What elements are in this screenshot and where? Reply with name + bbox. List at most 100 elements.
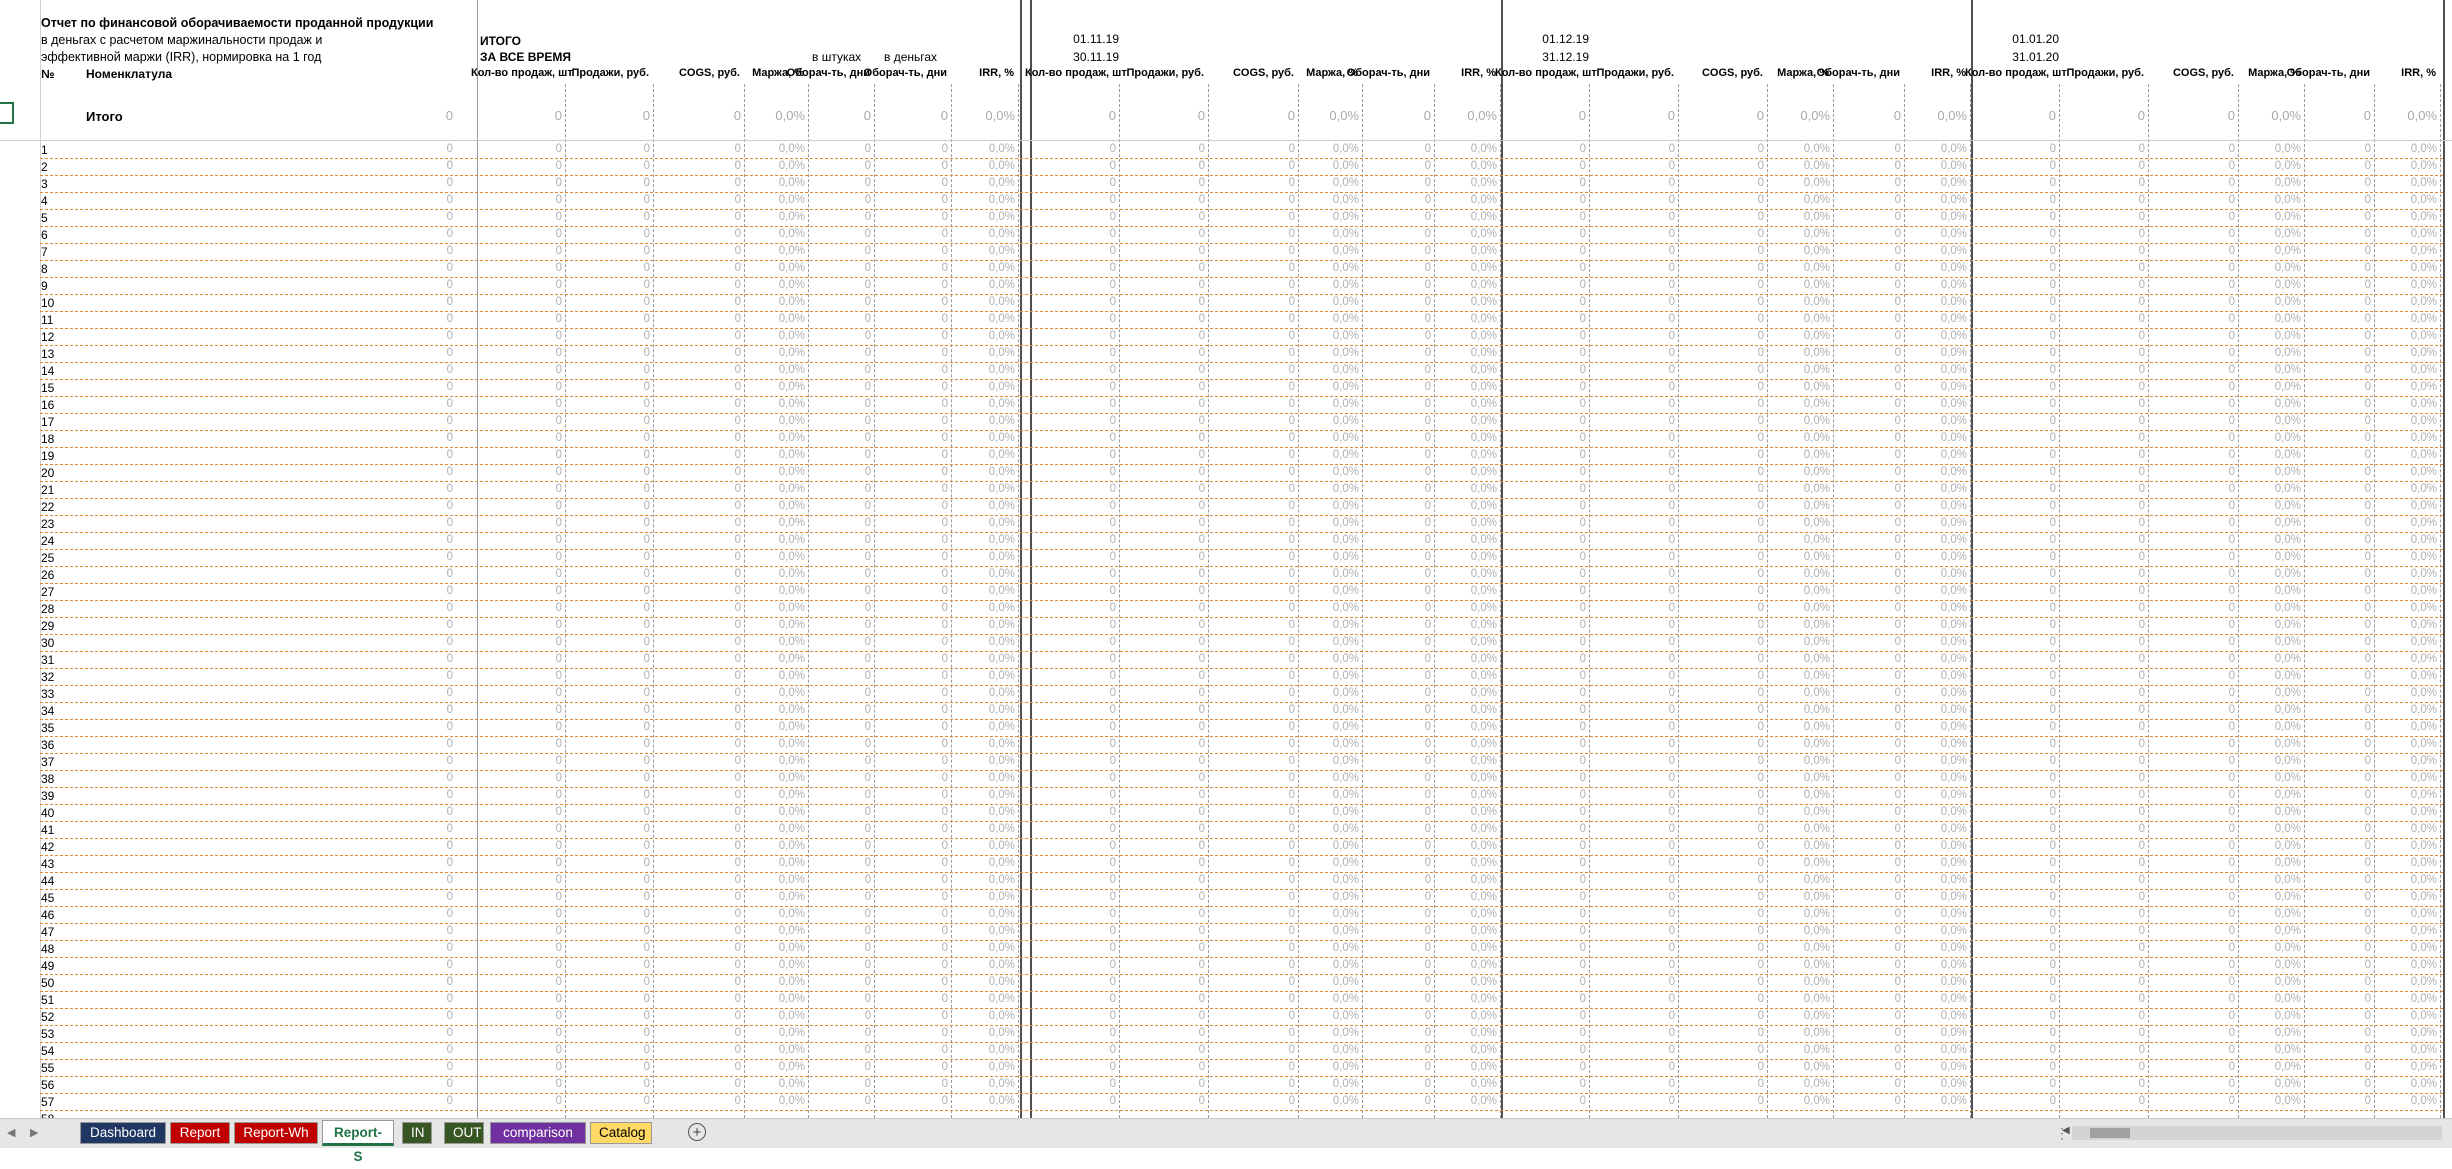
row-border	[40, 991, 2443, 992]
chevron-right-icon[interactable]: ▶	[30, 1126, 38, 1139]
cell-value: 0	[2049, 313, 2056, 325]
cell-value: 0	[2364, 772, 2371, 784]
cell-value: 0,0%	[778, 619, 805, 631]
cell-value: 0	[1668, 500, 1675, 512]
cell-value: 0,0%	[1803, 721, 1830, 733]
cell-value: 0	[1668, 1078, 1675, 1090]
cell-value: 0	[1198, 449, 1205, 461]
cell-value: 0	[1288, 1027, 1295, 1039]
cell-value: 0	[1579, 670, 1586, 682]
cell-value: 0	[1424, 279, 1431, 291]
cell-value: 0	[734, 993, 741, 1005]
cell-value: 0,0%	[1940, 857, 1967, 869]
row-number: 45	[41, 891, 55, 905]
sheet-tab-report-s[interactable]: Report-S	[322, 1120, 394, 1164]
sheet-tab-in[interactable]: IN	[402, 1122, 432, 1144]
sheet-tab-out[interactable]: OUT	[444, 1122, 484, 1144]
cell-value: 0	[2364, 1010, 2371, 1022]
column-border	[1434, 84, 1435, 1118]
cell-value: 0	[1198, 551, 1205, 563]
cell-value: 0	[1668, 772, 1675, 784]
period-end-2: 31.12.19	[1542, 50, 1589, 64]
cell-value: 0,0%	[1332, 534, 1359, 546]
spreadsheet-grid[interactable]: Отчет по финансовой оборачиваемости прод…	[0, 0, 2452, 1118]
plus-circle-icon[interactable]: +	[688, 1123, 706, 1141]
cell-value: 0	[1288, 755, 1295, 767]
cell-value: 0,0%	[778, 1095, 805, 1107]
cell-value: 0	[1109, 721, 1116, 733]
cell-value: 0	[1288, 194, 1295, 206]
cell-value: 0,0%	[2410, 228, 2437, 240]
column-header-item: Номенклатула	[86, 67, 173, 81]
row-border	[40, 549, 2443, 550]
cell-value: 0	[1288, 721, 1295, 733]
cell-value: 0,0%	[2410, 364, 2437, 376]
sheet-tab-report-wh[interactable]: Report-Wh	[234, 1122, 318, 1144]
cell-value: 0	[1894, 738, 1901, 750]
cell-value: 0	[1894, 483, 1901, 495]
cell-value: 0,0%	[1803, 568, 1830, 580]
cell-value: 0	[2228, 279, 2235, 291]
cell-value: 0,0%	[2410, 143, 2437, 155]
cell-value: 0	[1288, 211, 1295, 223]
cell-value: 0,0%	[2410, 415, 2437, 427]
cell-value: 0	[2364, 313, 2371, 325]
cell-value: 0,0%	[2410, 789, 2437, 801]
cell-value: 0	[1579, 296, 1586, 308]
cell-value: 0	[2049, 500, 2056, 512]
cell-value: 0,0%	[988, 466, 1015, 478]
cell-value: 0	[1579, 160, 1586, 172]
cell-value: 0	[1579, 1061, 1586, 1073]
cell-value: 0	[643, 925, 650, 937]
sheet-tab-report[interactable]: Report	[170, 1122, 230, 1144]
scroll-left-icon[interactable]: ◀	[2062, 1125, 2070, 1136]
cell-value: 0,0%	[1940, 976, 1967, 988]
scrollbar-thumb[interactable]	[2090, 1128, 2130, 1138]
cell-value: 0,0%	[1332, 432, 1359, 444]
cell-value: 0	[1757, 1010, 1764, 1022]
cell-value: 0	[1668, 347, 1675, 359]
chevron-left-icon[interactable]: ◀	[7, 1126, 15, 1139]
cell-value: 0	[1668, 789, 1675, 801]
cell-value: 0	[864, 347, 871, 359]
cell-value: 0	[2049, 823, 2056, 835]
cell-value: 0	[1109, 1010, 1116, 1022]
cell-value: 0	[864, 670, 871, 682]
cell-value: 0	[446, 857, 453, 869]
cell-value: 0	[1668, 670, 1675, 682]
cell-value: 0,0%	[2274, 432, 2301, 444]
cell-value: 0	[941, 500, 948, 512]
cell-value: 0	[1424, 1027, 1431, 1039]
cell-value: 0	[941, 398, 948, 410]
cell-value: 0	[1109, 925, 1116, 937]
sheet-tab-comparison[interactable]: comparison	[490, 1122, 586, 1144]
cell-value: 0	[1668, 823, 1675, 835]
sheet-tab-dashboard[interactable]: Dashboard	[80, 1122, 166, 1144]
cell-value: 0,0%	[2274, 857, 2301, 869]
cell-value: 0	[1757, 993, 1764, 1005]
cell-value: 0	[1668, 704, 1675, 716]
cell-value: 0	[2364, 245, 2371, 257]
sheet-tab-catalog[interactable]: Catalog	[590, 1122, 652, 1144]
cell-value: 0	[941, 449, 948, 461]
cell-value: 0	[1579, 381, 1586, 393]
horizontal-scrollbar[interactable]	[2072, 1126, 2442, 1140]
cell-value: 0	[1757, 738, 1764, 750]
cell-value: 0,0%	[1470, 891, 1497, 903]
cell-value: 0	[2138, 755, 2145, 767]
cell-value: 0	[446, 925, 453, 937]
cell-value: 0	[864, 1027, 871, 1039]
cell-value: 0,0%	[2274, 1095, 2301, 1107]
cell-value: 0	[555, 466, 562, 478]
cell-value: 0,0%	[1332, 177, 1359, 189]
cell-value: 0	[1579, 262, 1586, 274]
cell-value: 0	[1668, 551, 1675, 563]
cell-value: 0	[1668, 313, 1675, 325]
cell-value: 0	[864, 415, 871, 427]
cell-value: 0	[2228, 483, 2235, 495]
cell-value: 0,0%	[1470, 194, 1497, 206]
cell-value: 0	[555, 517, 562, 529]
cell-value: 0,0%	[1470, 279, 1497, 291]
cell-value: 0	[2138, 483, 2145, 495]
cell-value: 0	[2138, 398, 2145, 410]
